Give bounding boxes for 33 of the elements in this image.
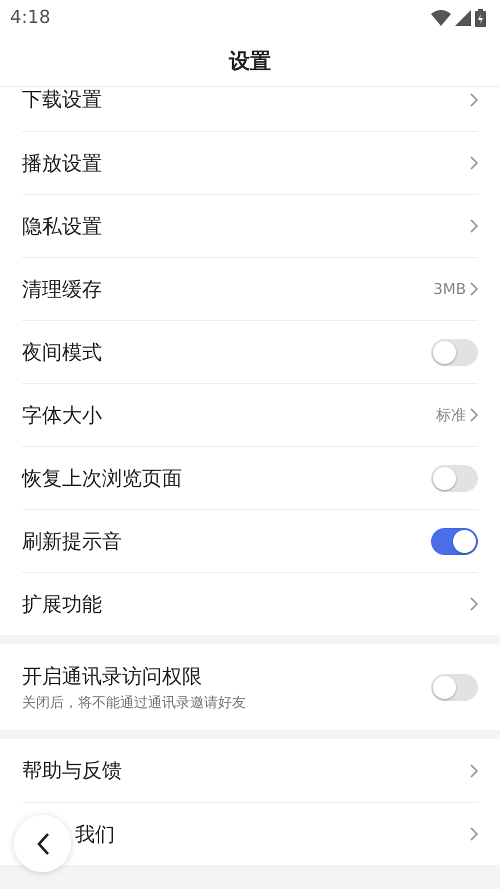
toggle-switch[interactable] [431, 464, 478, 492]
signal-icon [455, 10, 471, 26]
row-label: 扩展功能 [22, 590, 102, 618]
row-label: 字体大小 [22, 402, 102, 428]
chevron-right-icon [470, 408, 478, 422]
wifi-icon [431, 10, 451, 26]
row-hint: 关闭后，将不能通过通讯录邀请好友 [22, 694, 246, 712]
row-label: 夜间模式 [22, 338, 102, 366]
toggle-switch[interactable] [431, 528, 478, 554]
row-label: 下载设置 [22, 87, 102, 113]
chevron-right-icon [470, 92, 478, 106]
chevron-right-icon [470, 597, 478, 611]
row-label: 我们 [75, 820, 115, 848]
row-label: 帮助与反馈 [22, 757, 122, 784]
back-icon [36, 832, 50, 856]
status-time: 4:18 [10, 7, 50, 28]
page-title: 设置 [229, 48, 271, 74]
chevron-right-icon [470, 764, 478, 778]
row-label: 隐私设置 [22, 212, 102, 240]
chevron-right-icon [470, 827, 478, 841]
row-label: 播放设置 [22, 150, 102, 176]
row-label: 恢复上次浏览页面 [22, 464, 182, 492]
row-value: 标准 [436, 406, 466, 424]
chevron-right-icon [470, 219, 478, 233]
chevron-right-icon [470, 156, 478, 170]
row-label: 清理缓存 [22, 276, 102, 302]
row-label: 刷新提示音 [22, 528, 122, 554]
row-value: 3MB [433, 280, 466, 298]
toggle-switch[interactable] [431, 338, 478, 366]
row-label: 开启通讯录访问权限 [22, 662, 203, 690]
chevron-right-icon [470, 282, 478, 296]
battery-icon [475, 8, 486, 26]
toggle-switch[interactable] [431, 674, 478, 700]
